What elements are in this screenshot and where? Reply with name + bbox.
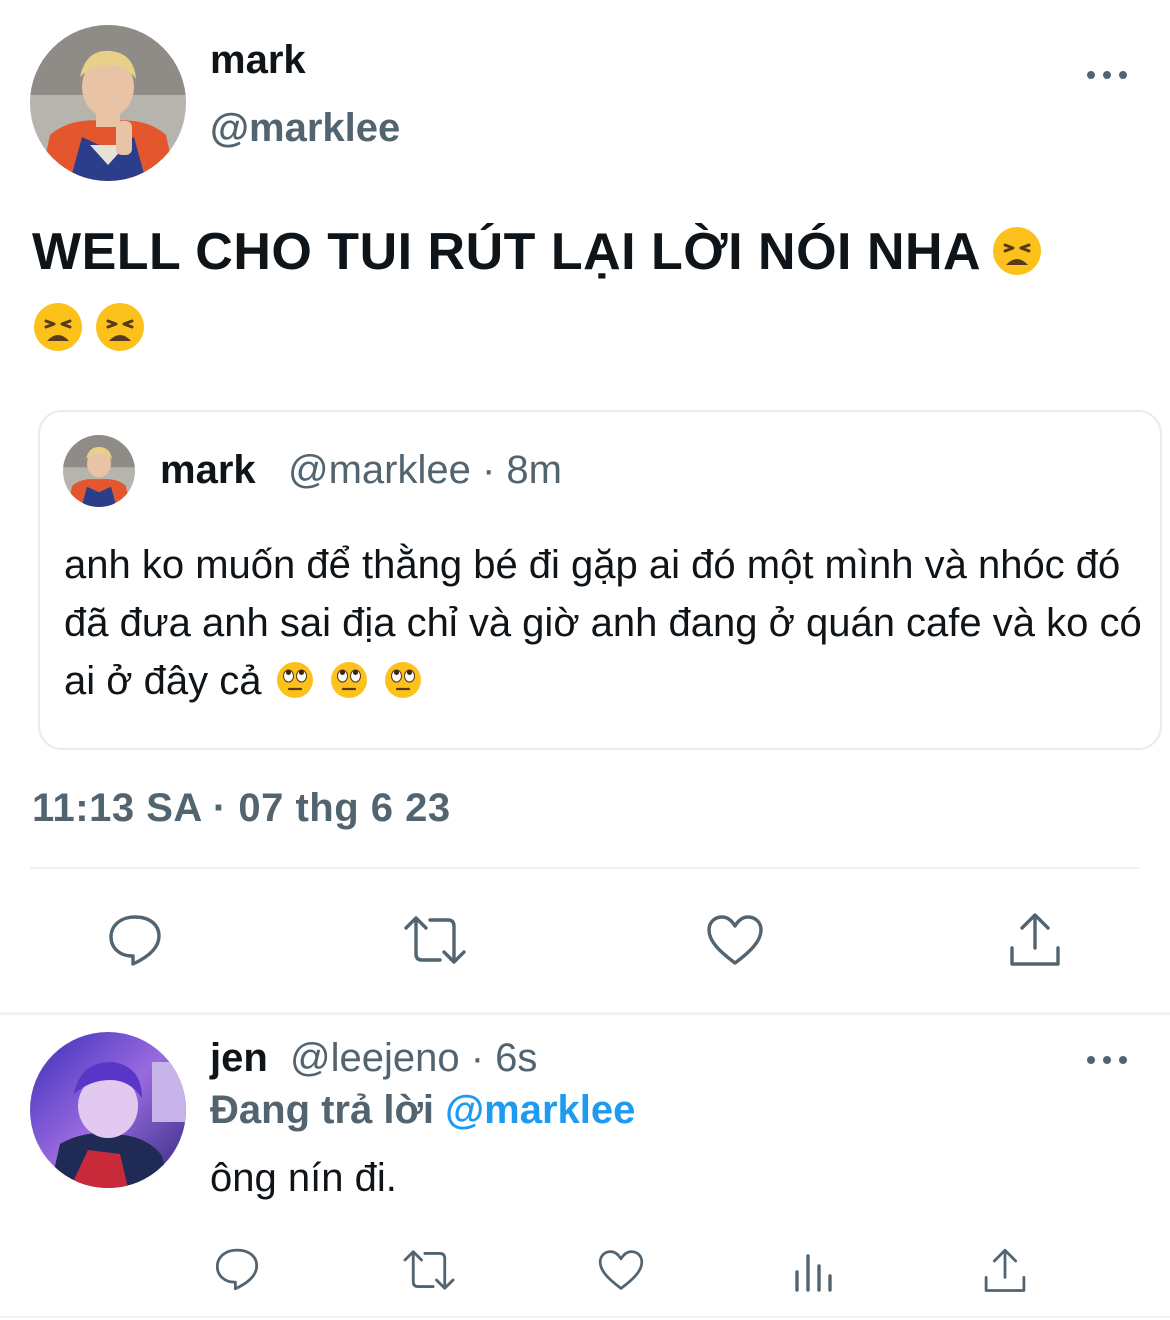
reply-author-avatar[interactable] bbox=[30, 1032, 186, 1188]
eye-roll-face-icon bbox=[331, 662, 368, 698]
reply-meta[interactable]: @leejeno · 6s bbox=[290, 1036, 537, 1081]
reply-text: ông nín đi. bbox=[210, 1156, 397, 1200]
quoted-tweet-body: anh ko muốn để thằng bé đi gặp ai đó một… bbox=[64, 543, 1142, 703]
quoted-author-name[interactable]: mark bbox=[160, 448, 256, 493]
heart-icon bbox=[707, 915, 763, 965]
eye-roll-face-icon bbox=[385, 662, 422, 698]
replying-to-mention[interactable]: @marklee bbox=[445, 1088, 635, 1132]
author-name[interactable]: mark bbox=[210, 38, 306, 83]
like-button[interactable] bbox=[700, 908, 770, 972]
reply-share-button[interactable] bbox=[978, 1242, 1032, 1298]
bottom-divider bbox=[0, 1316, 1170, 1318]
quoted-tweet-meta[interactable]: @marklee · 8m bbox=[288, 448, 562, 493]
tweet-body: WELL CHO TUI RÚT LẠI LỜI NÓI NHA bbox=[32, 223, 982, 281]
share-icon bbox=[984, 1248, 1026, 1292]
replying-to-prefix: Đang trả lời bbox=[210, 1088, 435, 1132]
retweet-icon bbox=[403, 1250, 455, 1290]
reply-retweet-button[interactable] bbox=[398, 1244, 460, 1296]
tweet-timestamp[interactable]: 11:13 SA · 07 thg 6 23 bbox=[32, 786, 451, 831]
replying-to-line: Đang trả lời @marklee bbox=[210, 1088, 635, 1133]
share-button[interactable] bbox=[1000, 906, 1070, 972]
share-icon bbox=[1010, 913, 1060, 966]
reply-button[interactable] bbox=[100, 908, 170, 972]
reply-more-options-icon[interactable] bbox=[1087, 1050, 1127, 1070]
reply-icon bbox=[215, 1248, 259, 1291]
section-divider bbox=[0, 1012, 1170, 1015]
author-avatar[interactable] bbox=[30, 25, 186, 181]
divider bbox=[30, 867, 1140, 869]
heart-icon bbox=[598, 1250, 644, 1290]
retweet-button[interactable] bbox=[398, 908, 472, 972]
more-options-icon[interactable] bbox=[1087, 65, 1127, 85]
reply-icon bbox=[109, 915, 161, 966]
reply-like-button[interactable] bbox=[594, 1244, 648, 1296]
quoted-author-avatar[interactable] bbox=[63, 435, 135, 507]
analytics-button[interactable] bbox=[788, 1244, 838, 1298]
weary-face-icon bbox=[993, 227, 1042, 275]
reply-reply-button[interactable] bbox=[210, 1242, 264, 1296]
retweet-icon bbox=[404, 916, 466, 964]
quoted-tweet-text: anh ko muốn để thằng bé đi gặp ai đó một… bbox=[64, 536, 1144, 710]
eye-roll-face-icon bbox=[277, 662, 314, 698]
weary-face-icon bbox=[34, 303, 82, 351]
tweet-text: WELL CHO TUI RÚT LẠI LỜI NÓI NHA bbox=[32, 214, 1142, 366]
author-handle[interactable]: @marklee bbox=[210, 106, 400, 151]
reply-author-name[interactable]: jen bbox=[210, 1036, 268, 1081]
weary-face-icon bbox=[96, 303, 144, 351]
analytics-icon bbox=[795, 1254, 832, 1292]
